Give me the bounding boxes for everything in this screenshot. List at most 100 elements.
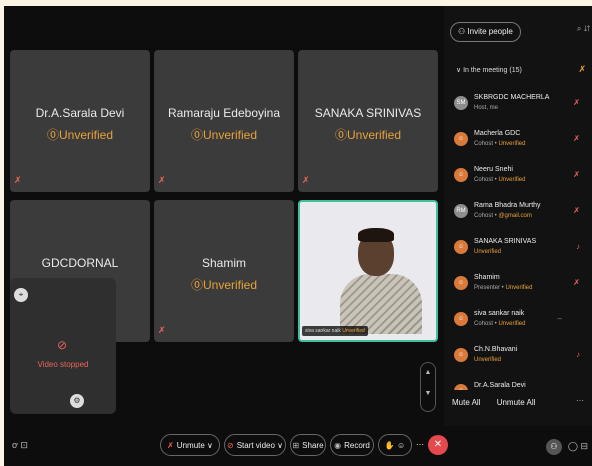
chat-icon[interactable]: ◯ bbox=[568, 441, 578, 451]
participant-list: SM SKBRGDC MACHERLA Host, me ✗ ☺ Macherl… bbox=[444, 90, 592, 390]
divider: – bbox=[557, 314, 562, 323]
avatar: ☺ bbox=[454, 312, 468, 326]
participant-role: Unverified bbox=[474, 357, 501, 363]
role-text: Presenter bbox=[474, 285, 501, 291]
record-icon: ◉ bbox=[334, 441, 342, 450]
person-hair bbox=[358, 228, 394, 242]
participant-row[interactable]: SM SKBRGDC MACHERLA Host, me ✗ bbox=[444, 90, 592, 126]
role-text: Cohost bbox=[474, 177, 494, 183]
active-video-tile[interactable]: siva sankar naik Unverified bbox=[298, 200, 438, 342]
muted-mic-icon: ✗ bbox=[573, 278, 580, 287]
in-meeting-label: In the meeting (15) bbox=[463, 67, 522, 74]
reactions-button[interactable]: ✋ ☺ bbox=[378, 434, 412, 456]
start-video-label: Start video bbox=[236, 441, 275, 450]
participant-row[interactable]: ☺ Ch.N.Bhavani Unverified ♪ bbox=[444, 342, 592, 378]
participant-tile[interactable]: SANAKA SRINIVAS ⓪Unverified ✗ bbox=[298, 50, 438, 192]
invite-label: Invite people bbox=[467, 27, 513, 36]
participant-role: Unverified bbox=[474, 249, 501, 255]
muted-mic-icon: ✗ bbox=[573, 98, 580, 107]
unmute-label: Unmute bbox=[176, 441, 205, 450]
hand-icon: ✋ bbox=[384, 441, 395, 450]
unverified-label: ⓪Unverified bbox=[190, 278, 258, 292]
avatar: RM bbox=[454, 204, 468, 218]
layout-icon[interactable]: ơ ⊡ bbox=[12, 440, 28, 451]
mute-indicator-icon: ✗ bbox=[578, 64, 586, 74]
meeting-window: Dr.A.Sarala Devi ⓪Unverified ✗ Ramaraju … bbox=[4, 6, 592, 466]
role-text: Cohost bbox=[474, 141, 494, 147]
muted-mic-icon: ✗ bbox=[573, 134, 580, 143]
participants-panel: ⚇ Invite people ⌕ ⇵ ∨ In the meeting (15… bbox=[444, 6, 592, 426]
meeting-toolbar: ơ ⊡ ✗ Unmute ∨ ⊘ Start video ∨ ⊞ Share ◉ Rec… bbox=[4, 426, 592, 466]
participant-row[interactable]: ☺ SANAKA SRINIVAS Unverified ♪ bbox=[444, 234, 592, 270]
participant-name: Dr.A.Sarala Devi bbox=[35, 106, 125, 120]
avatar: ☺ bbox=[454, 276, 468, 290]
muted-mic-icon: ✗ bbox=[302, 175, 310, 185]
camera-off-icon: ⊘ bbox=[57, 338, 68, 352]
participant-name: Shamim bbox=[201, 256, 246, 270]
participant-name: SKBRGDC MACHERLA bbox=[474, 94, 550, 101]
mic-icon: ♪ bbox=[576, 350, 580, 359]
avatar: SM bbox=[454, 96, 468, 110]
participant-tile[interactable]: Ramaraju Edeboyina ⓪Unverified ✗ bbox=[154, 50, 294, 192]
participant-row[interactable]: RM Rama Bhadra Murthy Cohost • @gmail.co… bbox=[444, 198, 592, 234]
avatar: ☺ bbox=[454, 168, 468, 182]
participant-role: Presenter • Unverified bbox=[474, 285, 533, 291]
status-text: @gmail.com bbox=[498, 213, 532, 219]
participant-row[interactable]: ☺ Dr.A.Sarala Devi bbox=[444, 378, 592, 390]
participant-role: Cohost • @gmail.com bbox=[474, 213, 532, 219]
scroll-down-icon[interactable]: ▼ bbox=[421, 390, 435, 397]
unverified-label: ⓪Unverified bbox=[190, 128, 258, 142]
participant-role: Host, me bbox=[474, 105, 499, 111]
participant-row[interactable]: ☺ siva sankar naik Cohost • Unverified – bbox=[444, 306, 592, 342]
settings-icon[interactable]: ⚙ bbox=[70, 394, 84, 408]
muted-mic-icon: ✗ bbox=[14, 175, 22, 185]
invite-people-button[interactable]: ⚇ Invite people bbox=[450, 22, 521, 42]
status-text: Unverified bbox=[498, 177, 526, 183]
pin-icon[interactable]: ⌖ bbox=[14, 288, 28, 302]
leave-button[interactable]: ✕ bbox=[428, 435, 448, 455]
apps-icon[interactable]: ⊟ bbox=[580, 441, 588, 451]
more-button[interactable]: ⋯ bbox=[414, 434, 426, 456]
panel-footer: Mute All Unmute All bbox=[452, 398, 549, 407]
participant-tile[interactable]: Shamim ⓪Unverified ✗ bbox=[154, 200, 294, 342]
participant-row[interactable]: ☺ Shamim Presenter • Unverified ✗ bbox=[444, 270, 592, 306]
unverified-label: ⓪Unverified bbox=[46, 128, 114, 142]
status-text: Unverified bbox=[474, 249, 502, 255]
unmute-all-button[interactable]: Unmute All bbox=[497, 398, 536, 407]
participant-name: Dr.A.Sarala Devi bbox=[474, 382, 526, 389]
participant-row[interactable]: ☺ Macherla GDC Cohost • Unverified ✗ bbox=[444, 126, 592, 162]
right-controls: ⚇ ◯ ⊟ bbox=[545, 439, 588, 455]
participant-role: Cohost • Unverified bbox=[474, 141, 526, 147]
video-stopped-label: Video stopped bbox=[37, 360, 89, 369]
unverified-label: ⓪Unverified bbox=[334, 128, 402, 142]
status-text: Unverified bbox=[498, 321, 526, 327]
participant-name: Ramaraju Edeboyina bbox=[167, 106, 281, 120]
participant-role: Cohost • Unverified bbox=[474, 321, 526, 327]
record-button[interactable]: ◉ Record bbox=[330, 434, 374, 456]
start-video-button[interactable]: ⊘ Start video ∨ bbox=[224, 434, 286, 456]
participant-name: Neeru Snehi bbox=[474, 166, 513, 173]
participant-tile[interactable]: Dr.A.Sarala Devi ⓪Unverified ✗ bbox=[10, 50, 150, 192]
participant-row[interactable]: ☺ Neeru Snehi Cohost • Unverified ✗ bbox=[444, 162, 592, 198]
grid-scroll-arrows[interactable]: ▲ ▼ bbox=[420, 362, 436, 412]
emoji-icon: ☺ bbox=[397, 441, 406, 450]
participant-name: Rama Bhadra Murthy bbox=[474, 202, 541, 209]
muted-mic-icon: ✗ bbox=[573, 170, 580, 179]
in-meeting-header[interactable]: ∨ In the meeting (15) bbox=[456, 66, 522, 74]
mute-all-button[interactable]: Mute All bbox=[452, 398, 480, 407]
person-video bbox=[340, 274, 422, 334]
more-options-icon[interactable]: ⋯ bbox=[576, 396, 584, 405]
status-text: Unverified bbox=[505, 285, 533, 291]
participant-name: SANAKA SRINIVAS bbox=[314, 106, 422, 120]
video-name-tag: siva sankar naik Unverified bbox=[302, 326, 368, 336]
share-button[interactable]: ⊞ Share bbox=[290, 434, 326, 456]
participant-name: SANAKA SRINIVAS bbox=[474, 238, 537, 245]
unmute-button[interactable]: ✗ Unmute ∨ bbox=[160, 434, 220, 456]
video-name: siva sankar naik bbox=[305, 328, 341, 334]
panel-search-icon[interactable]: ⌕ ⇵ bbox=[577, 24, 590, 34]
participant-name: Macherla GDC bbox=[474, 130, 521, 137]
share-icon: ⊞ bbox=[292, 441, 300, 450]
self-view[interactable]: ⌖ ⊘ Video stopped ⚙ bbox=[10, 278, 116, 414]
scroll-up-icon[interactable]: ▲ bbox=[421, 369, 435, 376]
participants-icon[interactable]: ⚇ bbox=[545, 439, 562, 455]
